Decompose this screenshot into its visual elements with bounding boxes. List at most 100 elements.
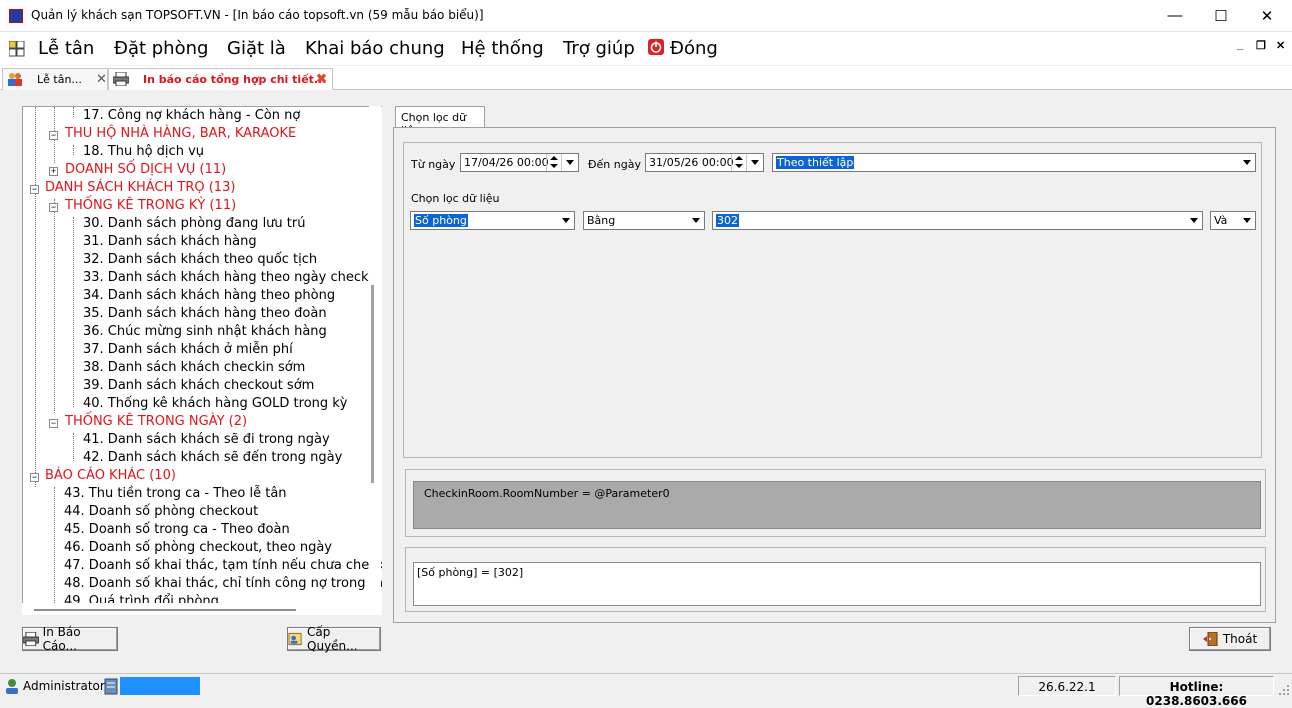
menu-dong[interactable]: Đóng	[670, 38, 718, 59]
tree-item[interactable]: 32. Danh sách khách theo quốc tịch	[83, 252, 317, 270]
from-date-label: Từ ngày	[411, 158, 456, 171]
from-date-dropdown-icon[interactable]	[561, 154, 578, 171]
tree-item[interactable]: 47. Doanh số khai thác, tạm tính nếu chư…	[64, 558, 382, 576]
tree-guide-line	[73, 145, 74, 155]
print-report-label: In Báo Cáo...	[42, 625, 81, 653]
tab-le-tan[interactable]: Lễ tân... ✕	[2, 68, 108, 90]
menu-khai-bao-chung[interactable]: Khai báo chung	[305, 38, 445, 59]
tree-expander[interactable]: −	[49, 131, 58, 140]
mdi-minimize-button[interactable]: _	[1237, 39, 1243, 51]
document-tab-strip: Lễ tân... ✕ In báo cáo tổng hợp chi tiết…	[0, 66, 1292, 90]
mdi-restore-button[interactable]: ❐	[1256, 39, 1266, 52]
people-icon	[8, 73, 22, 86]
grant-permission-label: Cấp Quyền...	[307, 625, 358, 653]
tree-category[interactable]: DANH SÁCH KHÁCH TRỌ (13)	[45, 180, 235, 198]
tree-item[interactable]: 37. Danh sách khách ở miễn phí	[83, 342, 293, 360]
tree-item[interactable]: 31. Danh sách khách hàng	[83, 234, 257, 252]
current-user: Administrator	[23, 679, 105, 693]
tab-in-bao-cao[interactable]: In báo cáo tổng hợp chi tiết... ✖	[108, 68, 333, 90]
title-bar: Quản lý khách sạn TOPSOFT.VN - [In báo c…	[0, 0, 1292, 32]
printer-icon	[23, 632, 39, 646]
report-tree[interactable]: 17. Công nợ khách hàng - Còn nợ − THU HỘ…	[22, 106, 382, 614]
chevron-down-icon[interactable]	[687, 212, 704, 229]
tab-le-tan-label: Lễ tân...	[37, 73, 82, 86]
to-date-field[interactable]: 31/05/26 00:00	[645, 153, 764, 172]
tree-item[interactable]: 45. Doanh số trong ca - Theo đoàn	[64, 522, 290, 540]
operator-select[interactable]: Bằng	[583, 211, 705, 230]
tree-item[interactable]: 43. Thu tiền trong ca - Theo lễ tân	[64, 486, 287, 504]
criteria-value: 302	[716, 214, 739, 227]
resize-grip-icon[interactable]	[1278, 684, 1290, 696]
field-select[interactable]: Số phòng	[410, 211, 575, 230]
database-icon	[104, 678, 118, 695]
to-date-spinner[interactable]	[731, 154, 746, 171]
tree-item[interactable]: 34. Danh sách khách hàng theo phòng	[83, 288, 335, 306]
menu-le-tan[interactable]: Lễ tân	[38, 38, 94, 59]
field-value: Số phòng	[414, 214, 468, 227]
to-date-label: Đến ngày	[588, 158, 641, 171]
minimize-button[interactable]: —	[1152, 0, 1198, 31]
tree-category[interactable]: THỐNG KÊ TRONG NGÀY (2)	[65, 414, 247, 432]
tree-item[interactable]: 44. Doanh số phòng checkout	[64, 504, 258, 522]
close-window-button[interactable]: ✕	[1244, 0, 1290, 31]
tree-vertical-scroll-thumb[interactable]	[371, 285, 374, 483]
tree-horizontal-scroll-thumb[interactable]	[34, 609, 296, 611]
chevron-down-icon[interactable]	[1238, 212, 1255, 229]
tree-expander[interactable]: −	[49, 419, 58, 428]
tree-category[interactable]: BÁO CÁO KHÁC (10)	[45, 468, 176, 486]
tab-in-bao-cao-close-button[interactable]: ✖	[316, 71, 327, 87]
print-report-button[interactable]: In Báo Cáo...	[22, 625, 118, 653]
tree-item[interactable]: 35. Danh sách khách hàng theo đoàn	[83, 306, 327, 324]
tab-filter-data[interactable]: Chọn lọc dữ liệu	[395, 106, 485, 137]
user-icon	[6, 679, 18, 694]
chevron-down-icon[interactable]	[557, 212, 574, 229]
condition-text[interactable]: [Số phòng] = [302]	[413, 562, 1261, 606]
tree-item[interactable]: 30. Danh sách phòng đang lưu trú	[83, 216, 305, 234]
tree-guide-line	[73, 217, 74, 407]
tree-item[interactable]: 46. Doanh số phòng checkout, theo ngày	[64, 540, 332, 558]
power-icon	[648, 39, 664, 55]
to-date-dropdown-icon[interactable]	[746, 154, 763, 171]
exit-button[interactable]: Thoát	[1189, 627, 1271, 651]
menu-tro-giup[interactable]: Trợ giúp	[563, 38, 635, 59]
filter-criteria-box: Từ ngày 17/04/26 00:00 Đến ngày 31/05/26…	[403, 142, 1262, 458]
tree-item[interactable]: 39. Danh sách khách checkout sớm	[83, 378, 314, 396]
menu-giat-la[interactable]: Giặt là	[227, 38, 286, 59]
tree-category[interactable]: THU HỘ NHÀ HÀNG, BAR, KARAOKE	[65, 126, 296, 144]
tree-expander[interactable]: +	[49, 167, 58, 176]
status-bar: Administrator 26.6.22.1 Hotline: 0238.86…	[0, 673, 1292, 708]
tree-item[interactable]: 42. Danh sách khách sẽ đến trong ngày	[83, 450, 342, 468]
criteria-select[interactable]: 302	[712, 211, 1203, 230]
logic-select[interactable]: Và	[1210, 211, 1256, 230]
tree-item[interactable]: 36. Chúc mừng sinh nhật khách hàng	[83, 324, 327, 342]
tree-item[interactable]: 17. Công nợ khách hàng - Còn nợ	[83, 108, 300, 126]
mdi-close-button[interactable]: ✕	[1276, 39, 1285, 52]
tree-guide-line	[54, 487, 55, 614]
menu-bar: Lễ tân Đặt phòng Giặt là Khai báo chung …	[0, 32, 1292, 65]
tree-item[interactable]: 38. Danh sách khách checkin sớm	[83, 360, 305, 378]
from-date-field[interactable]: 17/04/26 00:00	[460, 153, 579, 172]
period-select[interactable]: Theo thiết lập	[772, 153, 1256, 172]
tree-expander[interactable]: −	[49, 203, 58, 212]
tree-item[interactable]: 33. Danh sách khách hàng theo ngày check…	[83, 270, 380, 288]
tree-item[interactable]: 48. Doanh số khai thác, chỉ tính công nợ…	[64, 576, 382, 594]
chevron-down-icon[interactable]	[1185, 212, 1202, 229]
from-date-spinner[interactable]	[546, 154, 561, 171]
tree-item[interactable]: 18. Thu hộ dịch vụ	[83, 144, 204, 162]
tree-guide-line	[35, 107, 36, 487]
tree-expander[interactable]: −	[30, 185, 39, 194]
tree-expander[interactable]: −	[30, 473, 39, 482]
tree-guide-line	[73, 433, 74, 461]
tree-category[interactable]: DOANH SỐ DỊCH VỤ (11)	[65, 162, 226, 180]
tab-le-tan-close-button[interactable]: ✕	[96, 71, 107, 87]
tree-item[interactable]: 41. Danh sách khách sẽ đi trong ngày	[83, 432, 330, 450]
maximize-button[interactable]: ☐	[1198, 0, 1244, 31]
chevron-down-icon[interactable]	[1238, 154, 1255, 171]
tree-item[interactable]: 40. Thống kê khách hàng GOLD trong kỳ	[83, 396, 348, 414]
menu-dat-phong[interactable]: Đặt phòng	[114, 38, 208, 59]
tree-category[interactable]: THỐNG KÊ TRONG KỲ (11)	[65, 198, 236, 216]
menu-he-thong[interactable]: Hệ thống	[461, 38, 544, 59]
tree-guide-line	[73, 107, 74, 117]
grant-permission-button[interactable]: Cấp Quyền...	[287, 625, 381, 653]
tab-in-bao-cao-label: In báo cáo tổng hợp chi tiết...	[143, 73, 327, 86]
